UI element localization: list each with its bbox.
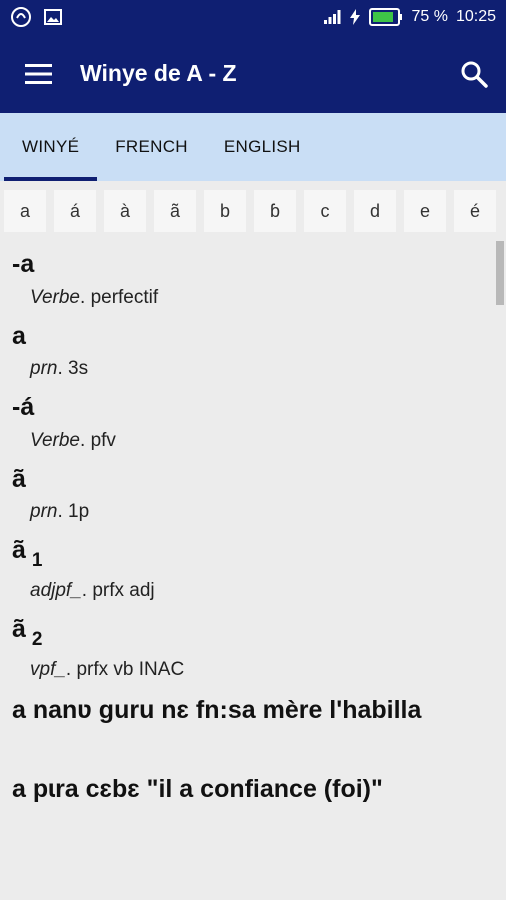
letter-button[interactable]: á — [54, 190, 96, 232]
entry-gloss: pfv — [90, 429, 116, 451]
letter-button[interactable]: b — [204, 190, 246, 232]
homonym-number: 1 — [31, 550, 43, 571]
entry-pos: Verbe — [30, 286, 80, 308]
status-bar: 75 % 10:25 — [0, 0, 506, 34]
language-tabs: WINYÉ FRENCH ENGLISH — [0, 113, 506, 181]
app-bar: Winye de A - Z — [0, 34, 506, 113]
entry-definition: vpf_. prfx vb INAC — [30, 658, 185, 680]
letter-button[interactable]: ã — [154, 190, 196, 232]
entry-headword: ã — [12, 464, 26, 493]
menu-icon[interactable] — [24, 63, 54, 85]
list-item[interactable]: a nanʋ guru nɛ fn:sa mère l'habilla — [12, 695, 494, 726]
letter-button[interactable]: é — [454, 190, 496, 232]
scrollbar-thumb[interactable] — [496, 241, 504, 305]
list-item[interactable]: -á Verbe. pfv — [12, 393, 494, 452]
entry-pos: vpf_ — [30, 658, 66, 680]
list-item[interactable]: -a Verbe. perfectif — [12, 241, 494, 309]
entry-headword: a — [12, 321, 26, 350]
letter-button[interactable]: e — [404, 190, 446, 232]
battery-percent: 75 % — [411, 8, 448, 25]
battery-icon — [369, 8, 403, 26]
list-item[interactable]: ã1 adjpf_. prfx adj — [12, 536, 494, 602]
entry-headword: a pɩra cɛbɛ "il a confiance (foi)" — [12, 775, 383, 804]
entry-definition: adjpf_. prfx adj — [30, 579, 155, 601]
letter-button[interactable]: d — [354, 190, 396, 232]
entry-gloss: prfx adj — [92, 579, 155, 601]
entry-pos: prn — [30, 501, 58, 522]
entry-definition: prn. 3s — [30, 358, 89, 379]
clock: 10:25 — [455, 8, 496, 25]
search-icon[interactable] — [460, 60, 488, 88]
entry-pos: prn — [30, 358, 58, 379]
entry-gloss: 1p — [68, 501, 90, 522]
charging-icon — [349, 9, 361, 25]
list-item[interactable]: a pɩra cɛbɛ "il a confiance (foi)" — [12, 776, 494, 804]
list-item[interactable]: ã prn. 1p — [12, 464, 494, 524]
app-notification-icon — [10, 6, 32, 28]
entry-list: -a Verbe. perfectif a prn. 3s -á Verbe. … — [0, 241, 494, 900]
entry-headword: -á — [12, 393, 35, 421]
entry-definition: Verbe. perfectif — [30, 286, 159, 308]
entry-definition: Verbe. pfv — [30, 429, 116, 451]
letter-button[interactable]: à — [104, 190, 146, 232]
tab-winye[interactable]: WINYÉ — [4, 113, 98, 181]
entry-definition: prn. 1p — [30, 501, 90, 522]
image-notification-icon — [44, 9, 62, 25]
entry-gloss: perfectif — [90, 286, 159, 308]
tab-english[interactable]: ENGLISH — [206, 113, 319, 181]
signal-icon — [323, 9, 341, 25]
entry-headword: -a — [12, 250, 35, 278]
homonym-number: 2 — [31, 628, 43, 650]
letter-button[interactable]: ɓ — [254, 190, 296, 232]
letter-index: a á à ã b ɓ c d e é — [0, 181, 506, 241]
entry-headword: ã1 — [12, 536, 43, 571]
entry-gloss: 3s — [68, 358, 89, 379]
list-item[interactable]: ã2 vpf_. prfx vb INAC — [12, 614, 494, 681]
letter-button[interactable]: a — [4, 190, 46, 232]
entry-gloss: prfx vb INAC — [76, 658, 185, 680]
entry-pos: adjpf_ — [30, 579, 82, 601]
tab-french[interactable]: FRENCH — [97, 113, 206, 181]
list-item[interactable]: a prn. 3s — [12, 321, 494, 381]
letter-button[interactable]: c — [304, 190, 346, 232]
page-title: Winye de A - Z — [80, 60, 237, 86]
entry-headword: ã2 — [12, 614, 43, 650]
entry-headword: a nanʋ guru nɛ fn:sa mère l'habilla — [12, 695, 422, 724]
entry-pos: Verbe — [30, 429, 80, 451]
